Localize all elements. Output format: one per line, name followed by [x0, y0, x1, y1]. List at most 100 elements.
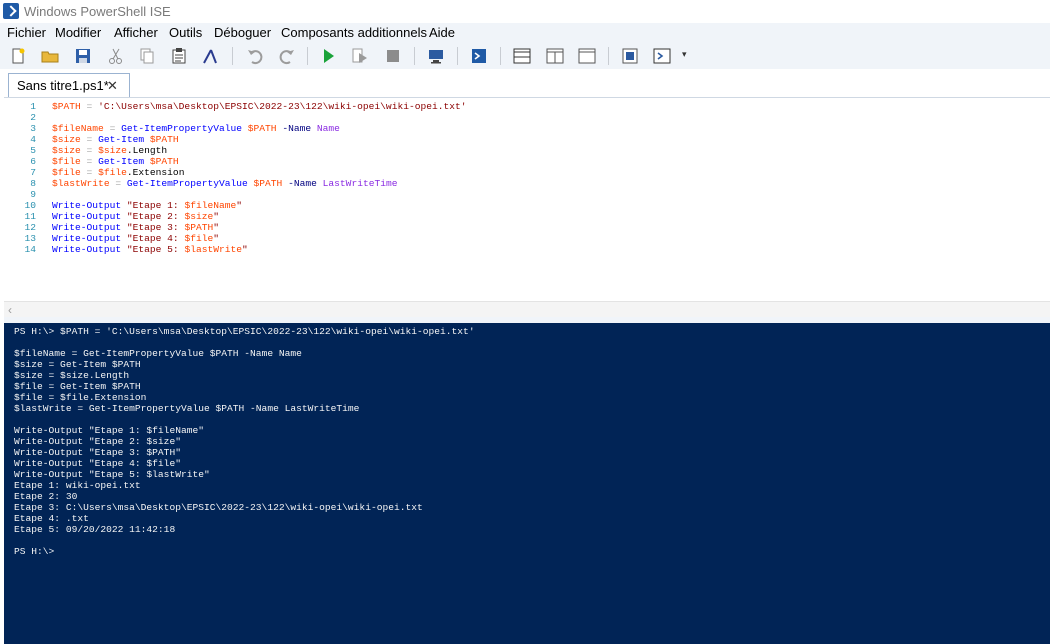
code-token: "Etape 3: [126, 222, 185, 233]
menu-aide[interactable]: Aide [429, 25, 455, 40]
console-line: Etape 3: C:\Users\msa\Desktop\EPSIC\2022… [14, 502, 423, 513]
code-text: $size = $size.Length [52, 145, 167, 156]
menu-deboguer[interactable]: Déboguer [214, 25, 271, 40]
code-token: $size [184, 211, 214, 222]
code-token: LastWriteTime [322, 178, 398, 189]
line-number: 12 [24, 222, 36, 233]
menu-outils[interactable]: Outils [169, 25, 202, 40]
undo-icon[interactable] [245, 46, 265, 66]
console-line: Etape 5: 09/20/2022 11:42:18 [14, 524, 176, 535]
line-number: 7 [30, 167, 36, 178]
code-text: Write-Output "Etape 5: $lastWrite" [52, 244, 248, 255]
cut-icon[interactable] [106, 46, 126, 66]
code-token: $PATH [247, 123, 277, 134]
toolbar-overflow-icon[interactable]: ▾ [682, 49, 687, 60]
line-number: 4 [30, 134, 36, 145]
copy-icon[interactable] [137, 46, 157, 66]
console-line: Etape 4: .txt [14, 513, 89, 524]
menu-afficher[interactable]: Afficher [114, 25, 158, 40]
code-token: = [80, 167, 99, 178]
new-remote-tab-icon[interactable] [426, 46, 446, 66]
editor-line: 9 [4, 189, 1044, 200]
script-editor[interactable]: 1 $PATH = 'C:\Users\msa\Desktop\EPSIC\202… [4, 97, 1050, 302]
console-line: Etape 1: wiki-opei.txt [14, 480, 141, 491]
editor-line: 14 Write-Output "Etape 5: $lastWrite" [4, 244, 1044, 255]
show-script-maximized-icon[interactable] [577, 46, 597, 66]
code-token: = [80, 134, 99, 145]
code-token: $PATH [149, 156, 179, 167]
code-text: $file = $file.Extension [52, 167, 184, 178]
menu-modifier[interactable]: Modifier [55, 25, 101, 40]
code-token: .Length [126, 145, 168, 156]
show-script-top-icon[interactable] [512, 46, 532, 66]
code-text: Write-Output "Etape 1: $fileName" [52, 200, 242, 211]
code-token: $PATH [184, 222, 214, 233]
code-token: Write-Output [52, 244, 122, 255]
paste-icon[interactable] [169, 46, 189, 66]
console-pane[interactable]: PS H:\> $PATH = 'C:\Users\msa\Desktop\EP… [4, 323, 1050, 644]
editor-line: 13 Write-Output "Etape 4: $file" [4, 233, 1044, 244]
code-token: .Extension [126, 167, 185, 178]
editor-line: 2 [4, 112, 1044, 123]
code-token: Get-Item [98, 134, 145, 145]
console-line: $size = $size.Length [14, 370, 130, 381]
line-number: 6 [30, 156, 36, 167]
scroll-left-icon[interactable]: ‹ [8, 303, 12, 317]
code-token: $fileName [184, 200, 237, 211]
show-command-window-icon[interactable] [620, 46, 640, 66]
code-token: "Etape 5: [126, 244, 185, 255]
code-text: Write-Output "Etape 2: $size" [52, 211, 219, 222]
code-token: = [80, 145, 99, 156]
code-token: Write-Output [52, 211, 122, 222]
new-file-icon[interactable] [8, 46, 28, 66]
toolbar-separator [414, 47, 415, 65]
powershell-app-icon [3, 3, 19, 19]
code-token: = [80, 101, 99, 112]
line-number: 13 [24, 233, 36, 244]
console-line: $fileName = Get-ItemPropertyValue $PATH … [14, 348, 302, 359]
line-number: 2 [30, 112, 36, 123]
horizontal-scrollbar[interactable]: ‹ [4, 301, 1050, 318]
line-number: 9 [30, 189, 36, 200]
console-line: $size = Get-Item $PATH [14, 359, 141, 370]
toolbar-separator [500, 47, 501, 65]
script-tab-strip: Sans titre1.ps1* ✕ [0, 69, 1050, 97]
save-icon[interactable] [73, 46, 93, 66]
code-token: "Etape 1: [126, 200, 185, 211]
show-script-right-icon[interactable] [545, 46, 565, 66]
redo-icon[interactable] [277, 46, 297, 66]
show-command-addon-icon[interactable] [652, 46, 672, 66]
run-selection-icon[interactable] [350, 46, 370, 66]
start-powershell-icon[interactable] [469, 46, 489, 66]
code-token: = [103, 123, 122, 134]
code-text: Write-Output "Etape 4: $file" [52, 233, 219, 244]
toolbar-separator [307, 47, 308, 65]
menu-composants[interactable]: Composants additionnels [281, 25, 427, 40]
code-token: $file [52, 167, 81, 178]
code-token: $file [98, 167, 127, 178]
open-folder-icon[interactable] [40, 46, 60, 66]
editor-line: 10 Write-Output "Etape 1: $fileName" [4, 200, 1044, 211]
close-tab-icon[interactable]: ✕ [107, 78, 118, 94]
toolbar-separator [232, 47, 233, 65]
code-token: $PATH [52, 101, 81, 112]
window-title: Windows PowerShell ISE [24, 4, 171, 19]
clear-console-icon[interactable] [200, 46, 220, 66]
code-token: $lastWrite [184, 244, 243, 255]
code-token: -Name [288, 178, 317, 189]
code-token: " [213, 222, 219, 233]
console-line: $file = Get-Item $PATH [14, 381, 141, 392]
code-token: $fileName [52, 123, 104, 134]
editor-line: 12 Write-Output "Etape 3: $PATH" [4, 222, 1044, 233]
title-bar: Windows PowerShell ISE [0, 0, 1050, 23]
console-line: PS H:\> $PATH = 'C:\Users\msa\Desktop\EP… [14, 326, 475, 337]
code-token: $size [52, 134, 81, 145]
console-line: Write-Output "Etape 3: $PATH" [14, 447, 181, 458]
code-text: $fileName = Get-ItemPropertyValue $PATH … [52, 123, 340, 134]
tab-sans-titre1[interactable]: Sans titre1.ps1* ✕ [8, 73, 130, 97]
code-token: $size [52, 145, 81, 156]
console-line: Write-Output "Etape 1: $fileName" [14, 425, 204, 436]
stop-icon[interactable] [383, 46, 403, 66]
menu-fichier[interactable]: Fichier [7, 25, 46, 40]
run-icon[interactable] [318, 46, 338, 66]
